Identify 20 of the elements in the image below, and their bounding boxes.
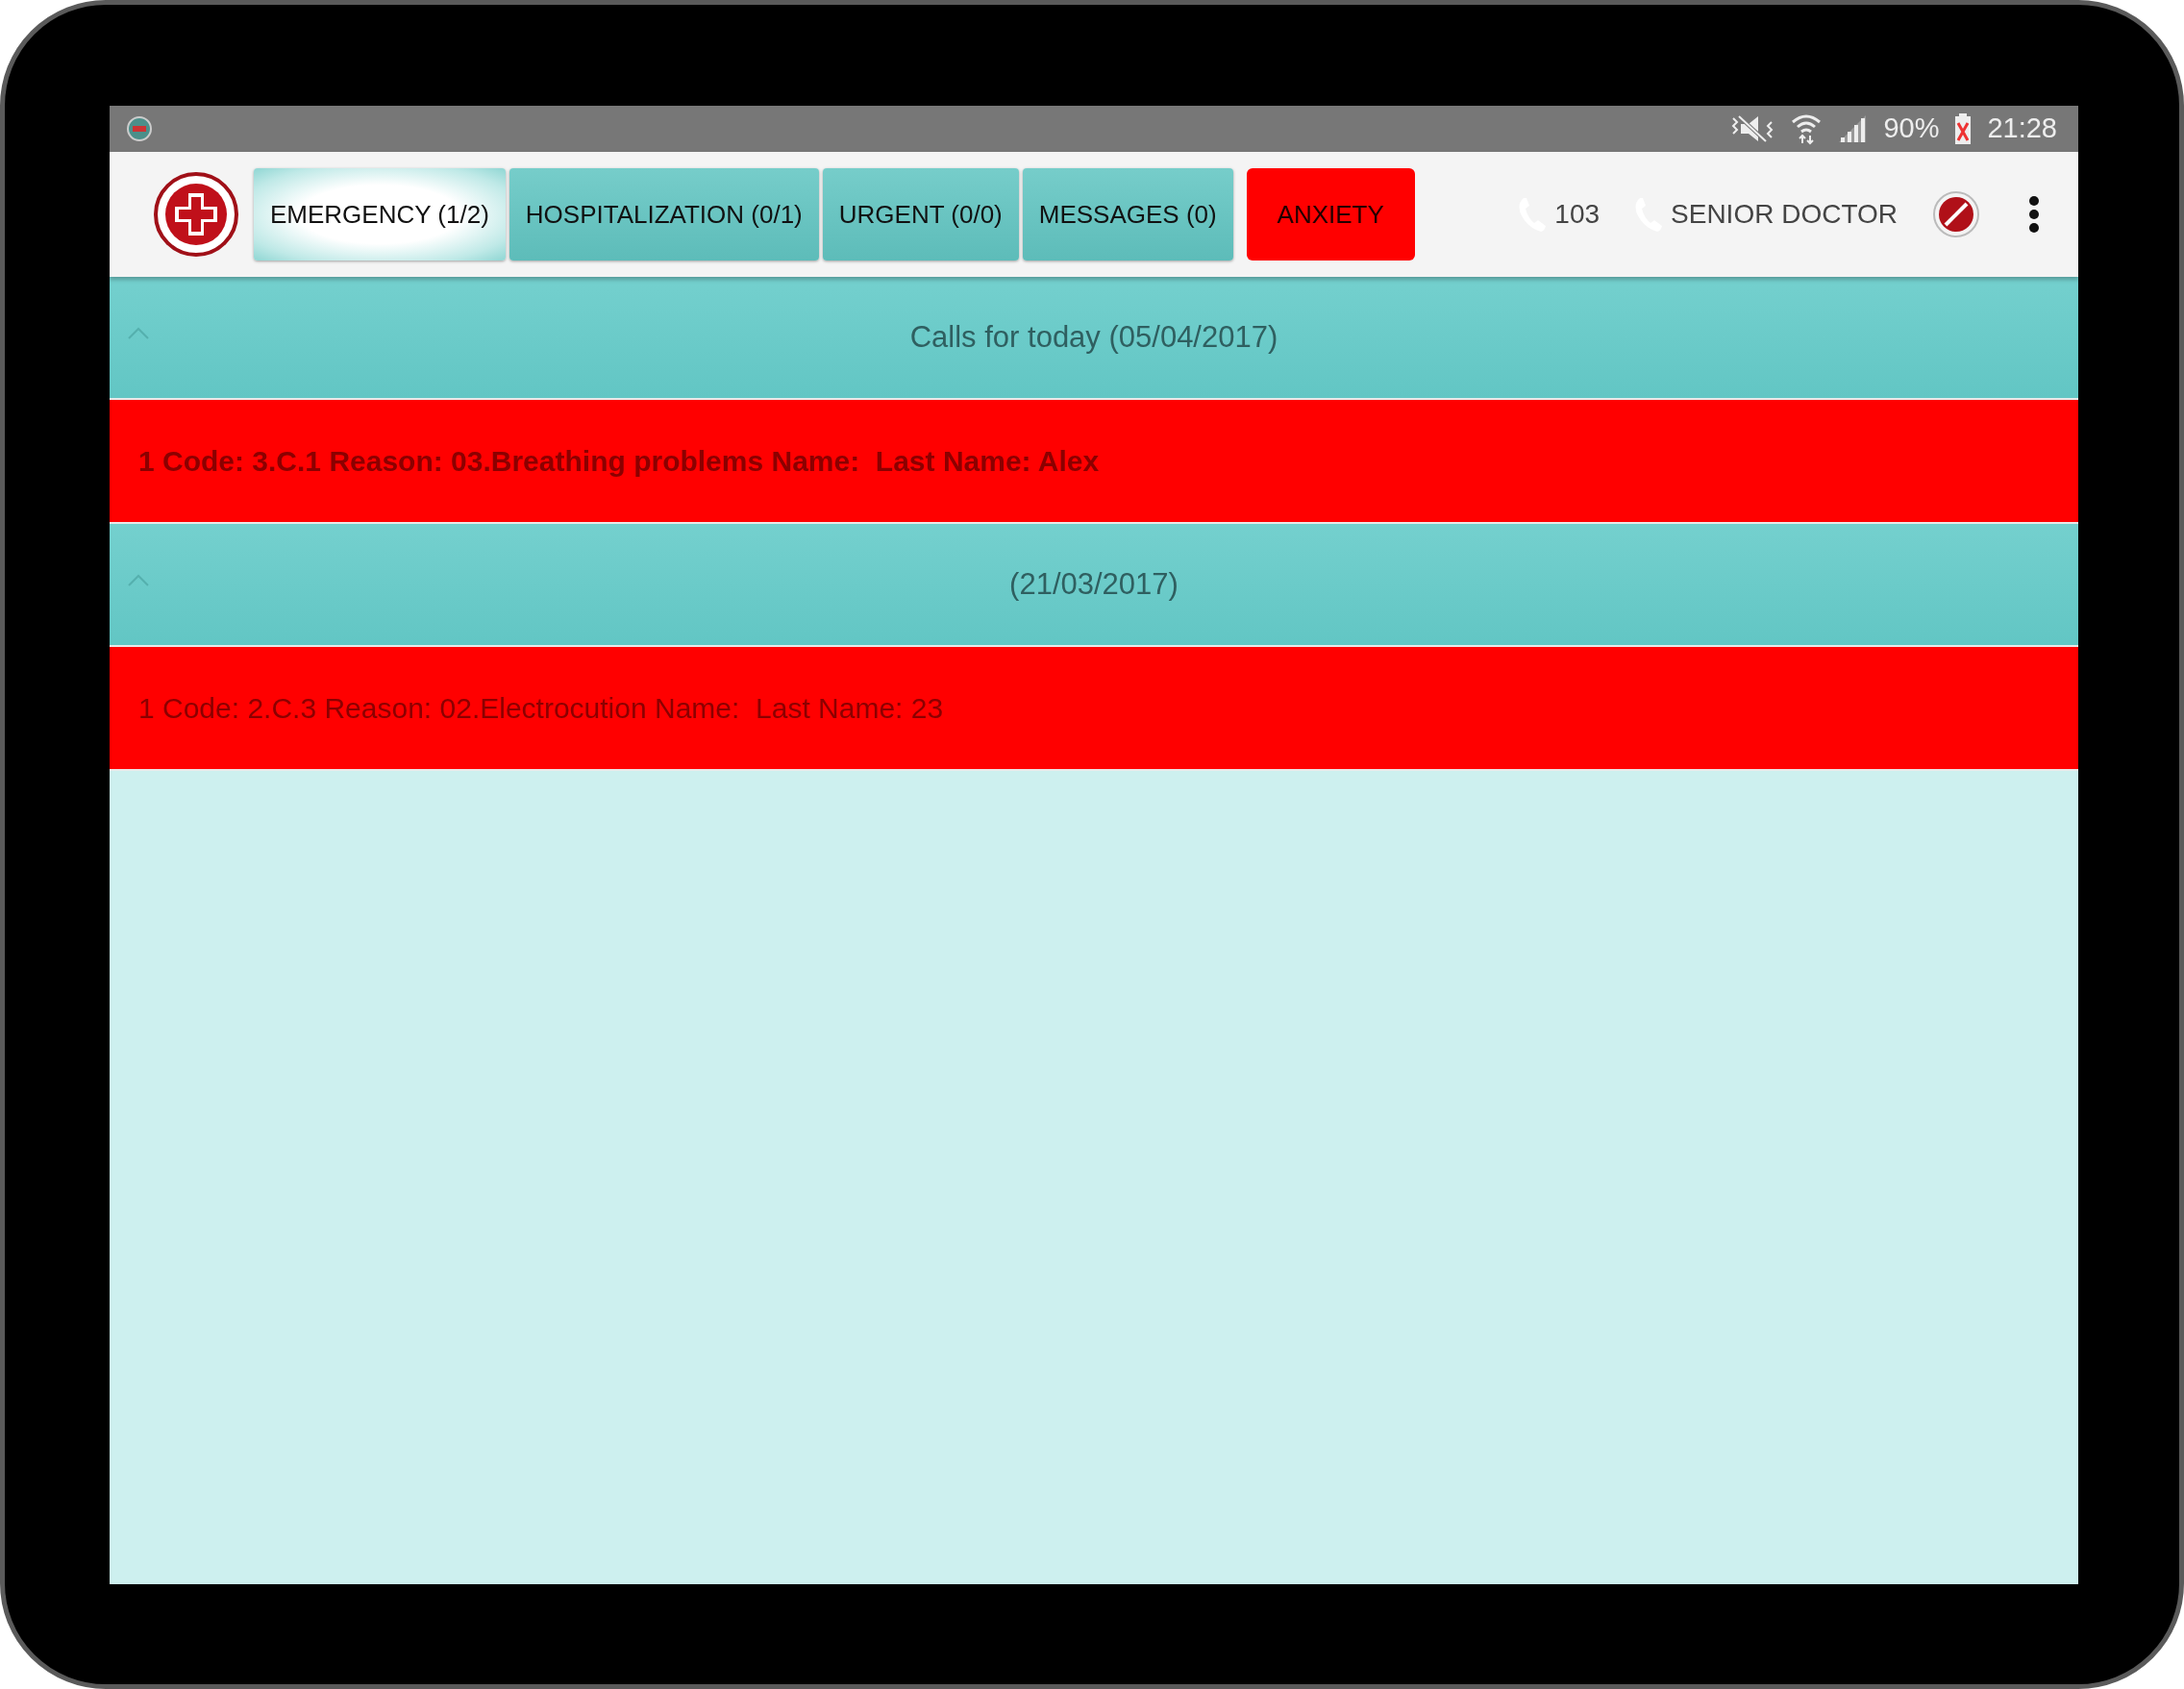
tab[interactable]: HOSPITALIZATION (0/1): [509, 168, 819, 261]
group-title: Calls for today (05/04/2017): [909, 318, 1278, 356]
clock: 21:28: [1987, 112, 2057, 146]
forbidden-icon[interactable]: [1932, 190, 1980, 238]
group-header[interactable]: Calls for today (05/04/2017): [110, 277, 2078, 400]
anxiety-button[interactable]: ANXIETY: [1246, 168, 1415, 261]
battery-icon: [1954, 113, 1973, 144]
group-title: (21/03/2017): [1009, 565, 1179, 603]
overflow-menu-icon[interactable]: [2028, 196, 2040, 233]
tab[interactable]: EMERGENCY (1/2): [254, 168, 506, 261]
phone-label[interactable]: 103: [1554, 194, 1601, 235]
signal-icon: [1837, 113, 1869, 144]
group-header[interactable]: (21/03/2017): [110, 524, 2078, 647]
phone-label[interactable]: SENIOR DOCTOR: [1671, 194, 1898, 235]
logo-icon: [154, 172, 238, 257]
tab[interactable]: URGENT (0/0): [822, 168, 1019, 261]
tab[interactable]: MESSAGES (0): [1022, 168, 1233, 261]
battery-percent: 90%: [1883, 112, 1940, 146]
app-notification-icon: [125, 114, 154, 143]
wifi-icon: [1791, 112, 1823, 145]
